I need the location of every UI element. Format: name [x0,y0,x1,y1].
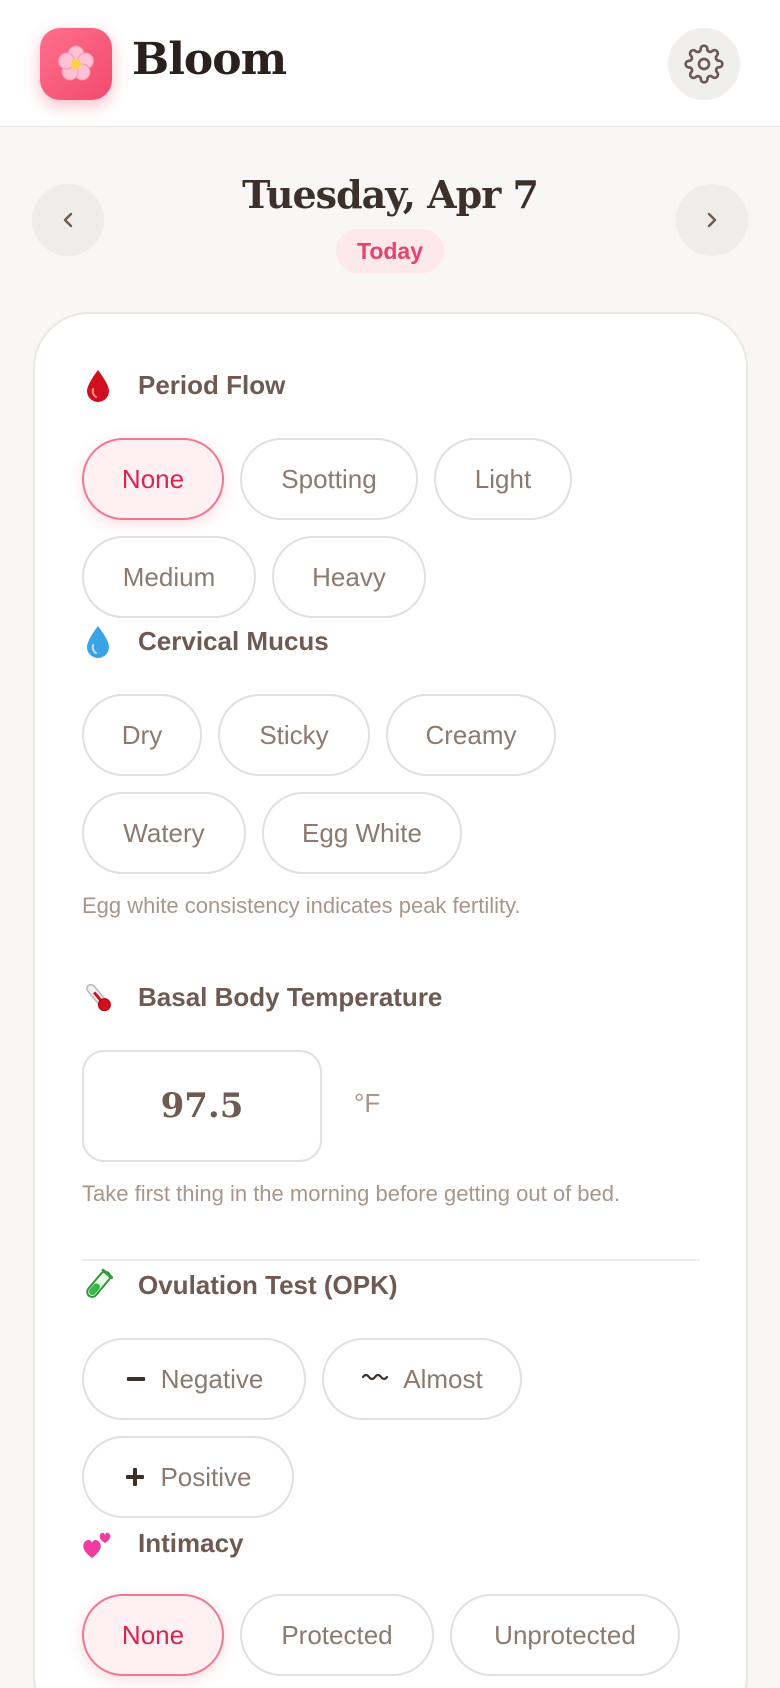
period-flow-title: Period Flow [138,370,286,400]
flow-option-spotting[interactable]: Spotting [240,438,418,520]
flow-option-medium[interactable]: Medium [82,536,256,618]
mucus-option-sticky[interactable]: Sticky [218,694,370,776]
mucus-option-egg-white[interactable]: Egg White [262,792,462,874]
chevron-right-icon [707,212,717,228]
intimacy-option-unprotected[interactable]: Unprotected [450,1594,680,1676]
cervical-mucus-title: Cervical Mucus [138,626,329,656]
opk-option-negative[interactable]: Negative [82,1338,306,1420]
opk-option-label: Positive [160,1461,252,1492]
blood-drop-icon [87,370,109,402]
intimacy-option-none[interactable]: None [82,1594,224,1676]
opk-option-label: Negative [160,1363,264,1394]
mucus-option-creamy[interactable]: Creamy [386,694,556,776]
temperature-input[interactable] [82,1050,322,1162]
app-logo [40,28,112,100]
app-title: Bloom [132,34,287,85]
bbt-title: Basal Body Temperature [138,982,443,1012]
water-drop-icon [87,626,109,658]
minus-icon [126,1377,145,1381]
flow-option-none[interactable]: None [82,438,224,520]
opk-option-positive[interactable]: Positive [82,1436,294,1518]
thermometer-icon [86,983,111,1012]
mucus-hint: Egg white consistency indicates peak fer… [82,893,521,918]
cherry-blossom-icon [58,45,94,81]
mucus-option-dry[interactable]: Dry [82,694,202,776]
opk-option-almost[interactable]: Almost [322,1338,522,1420]
selected-date: Tuesday, Apr 7 [242,172,539,217]
two-hearts-icon [83,1532,111,1558]
flow-option-heavy[interactable]: Heavy [272,536,426,618]
gear-icon [684,44,724,84]
wave-icon [362,1373,389,1381]
settings-button[interactable] [668,28,740,100]
app-header: Bloom [0,0,780,127]
temperature-unit: °F [354,1088,381,1118]
bbt-hint: Take first thing in the morning before g… [82,1181,621,1206]
intimacy-option-protected[interactable]: Protected [240,1594,434,1676]
next-day-button[interactable] [676,184,748,256]
today-badge: Today [336,229,444,273]
mucus-option-watery[interactable]: Watery [82,792,246,874]
plus-icon [126,1468,145,1486]
opk-title: Ovulation Test (OPK) [138,1270,398,1300]
opk-option-label: Almost [403,1363,483,1394]
test-tube-icon [86,1268,114,1298]
intimacy-title: Intimacy [138,1528,244,1558]
flow-option-light[interactable]: Light [434,438,572,520]
section-divider [82,1259,700,1261]
